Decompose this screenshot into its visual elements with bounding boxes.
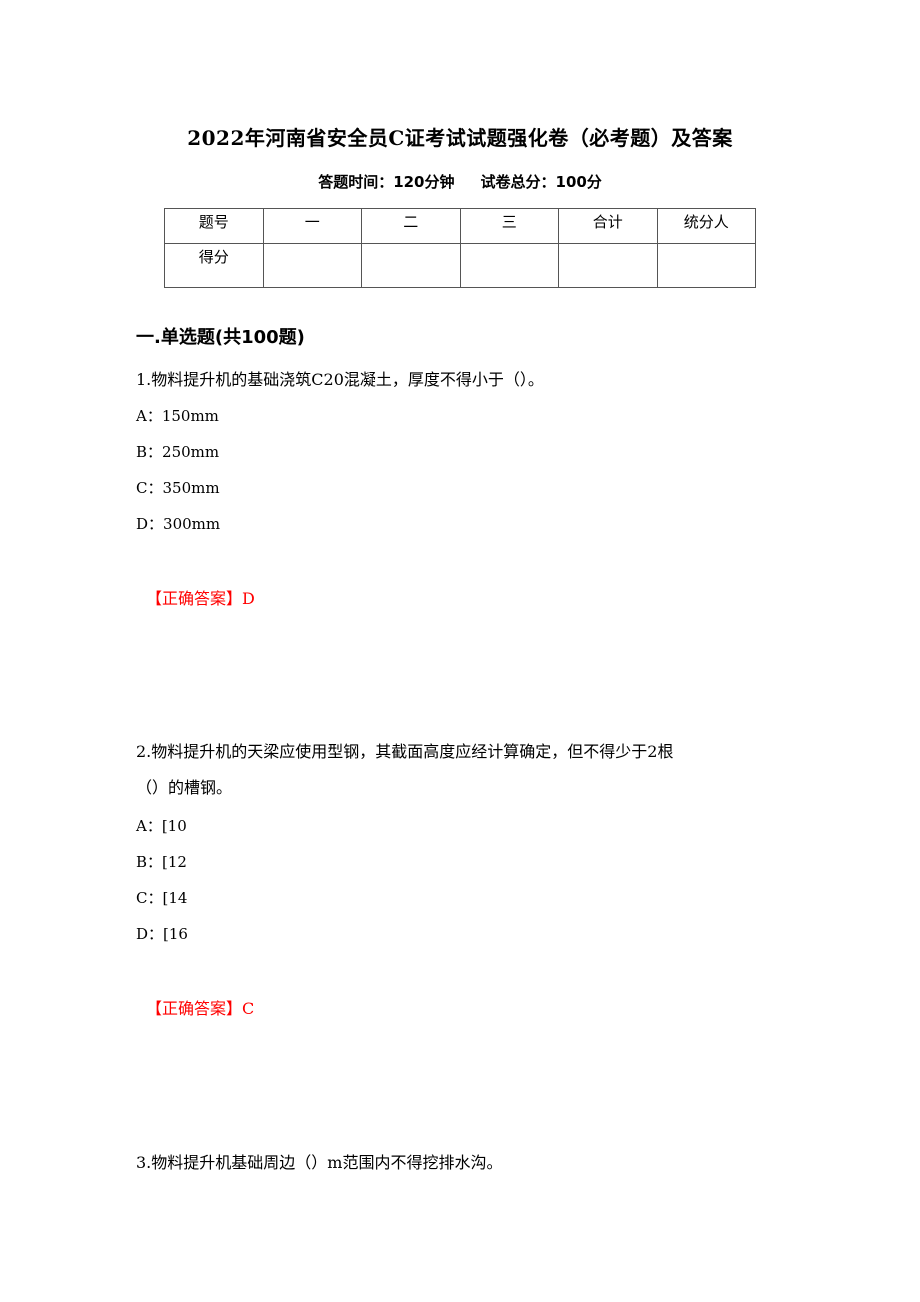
question-option: B：250mm [136, 443, 220, 461]
question-option: B：[12 [136, 853, 187, 871]
score-table-header: 三 [459, 208, 559, 244]
score-cell [459, 243, 559, 288]
question-text-continued: （）的槽钢。 [136, 778, 233, 797]
question-option: D：[16 [136, 925, 188, 943]
question-option: A：150mm [136, 407, 219, 425]
score-cell [558, 243, 658, 288]
correct-answer: 【正确答案】C [146, 999, 255, 1018]
correct-answer: 【正确答案】D [146, 589, 255, 608]
question-text: 1.物料提升机的基础浇筑C20混凝土，厚度不得小于（）。 [136, 370, 544, 389]
score-table-header: 题号 [164, 208, 264, 244]
question-option: D：300mm [136, 515, 221, 533]
score-cell [361, 243, 461, 288]
exam-total-score: 试卷总分：100分 [480, 173, 602, 191]
section-title: 一.单选题(共100题) [136, 327, 305, 348]
document-title: 2022年河南省安全员C证考试试题强化卷（必考题）及答案 [187, 126, 733, 150]
question-option: A：[10 [136, 817, 187, 835]
exam-page: 2022年河南省安全员C证考试试题强化卷（必考题）及答案 答题时间：120分钟 试… [0, 0, 920, 1302]
score-row-label: 得分 [164, 243, 264, 288]
score-table-header: 合计 [558, 208, 658, 244]
score-table-header: 统分人 [656, 208, 756, 244]
score-table: 题号 一 二 三 合计 统分人 得分 [164, 208, 756, 288]
score-cell [262, 243, 362, 288]
question-option: C：[14 [136, 889, 188, 907]
score-table-header: 一 [262, 208, 362, 244]
score-table-score-row: 得分 [164, 243, 756, 288]
score-cell [656, 243, 756, 288]
score-table-header: 二 [361, 208, 461, 244]
question-text: 3.物料提升机基础周边（）m范围内不得挖排水沟。 [136, 1153, 503, 1172]
exam-time: 答题时间：120分钟 [318, 173, 455, 191]
question-option: C：350mm [136, 479, 220, 497]
score-table-header-row: 题号 一 二 三 合计 统分人 [164, 208, 756, 244]
exam-info: 答题时间：120分钟 试卷总分：100分 [0, 171, 920, 192]
question-text: 2.物料提升机的天梁应使用型钢，其截面高度应经计算确定，但不得少于2根 [136, 742, 674, 761]
